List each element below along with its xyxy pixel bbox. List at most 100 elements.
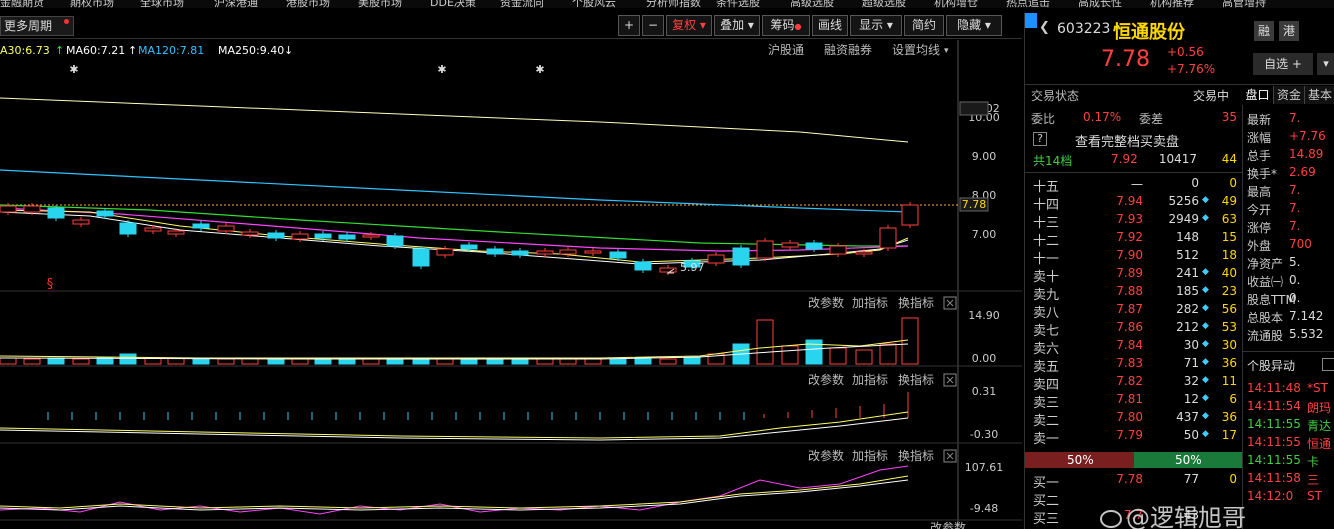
indicator-tab-2[interactable]: 换指标 (898, 448, 934, 463)
menu-item-15[interactable]: 高成长性 (1078, 0, 1122, 8)
display-button[interactable]: 显示 ▾ (850, 15, 902, 36)
indicator-tab-0[interactable]: 改参数 (808, 448, 844, 463)
volume-bar (511, 358, 529, 365)
depth-level-price[interactable]: 7.93 (1083, 212, 1143, 226)
depth-level-price[interactable]: 7.82 (1083, 374, 1143, 388)
help-icon[interactable]: ? (1033, 132, 1047, 146)
ma-link-1[interactable]: 融资融券 (824, 42, 872, 57)
macd-axis-label: 0.31 (972, 385, 997, 398)
stat-label: 最高 (1247, 185, 1272, 199)
prev-stock-arrow-icon[interactable]: ❮ (1039, 20, 1050, 35)
depth-level-price[interactable]: 7.80 (1083, 410, 1143, 424)
alert-stock[interactable]: 青达 (1307, 417, 1331, 434)
candle (217, 225, 235, 232)
depth-level-price[interactable]: 7.84 (1083, 338, 1143, 352)
menu-item-8[interactable]: 个股风云 (572, 0, 616, 8)
menu-item-1[interactable]: 期权市场 (70, 0, 114, 8)
depth-level-volume: 241 (1176, 266, 1199, 280)
buy-level-price[interactable]: 7.78 (1083, 472, 1143, 486)
divider (1242, 351, 1334, 352)
ma-link-2[interactable]: 设置均线 (892, 43, 940, 57)
menu-item-7[interactable]: 资金流向 (500, 0, 544, 8)
indicator-tab-2[interactable]: 换指标 (898, 295, 934, 310)
menu-item-9[interactable]: 分析师指数 (646, 0, 701, 8)
depth-level-count: 6 (1229, 392, 1237, 406)
indicator-tab-2[interactable]: 换指标 (898, 372, 934, 387)
menu-item-2[interactable]: 全球市场 (140, 0, 184, 8)
menu-item-16[interactable]: 机构推荐 (1150, 0, 1194, 8)
depth-level-price[interactable]: 7.89 (1083, 266, 1143, 280)
period-selector[interactable]: 更多周期 (0, 16, 74, 36)
menu-item-6[interactable]: DDE决策 (430, 0, 476, 8)
alert-stock[interactable]: 朗玛 (1307, 399, 1331, 416)
menu-item-11[interactable]: 高级选股 (790, 0, 834, 8)
fuquan-button[interactable]: 复权 ▾ (666, 15, 712, 36)
depth-level-price[interactable]: 7.86 (1083, 320, 1143, 334)
add-watchlist-button[interactable]: 自选 + (1253, 53, 1313, 75)
overlay-button[interactable]: 叠加 ▾ (714, 15, 760, 36)
menu-item-5[interactable]: 美股市场 (358, 0, 402, 8)
tab-capital[interactable]: 资金 (1273, 86, 1304, 104)
buy-level-count: 0 (1229, 472, 1237, 486)
indicator-tab-0[interactable]: 改参数 (808, 295, 844, 310)
indicator-tab-1[interactable]: 加指标 (852, 295, 888, 310)
indicator-tab-1[interactable]: 加指标 (852, 372, 888, 387)
menu-item-3[interactable]: 沪深港通 (214, 0, 258, 8)
stat-value: 5.532 (1289, 327, 1324, 341)
alert-stock[interactable]: *ST (1307, 381, 1328, 395)
margin-badge[interactable]: 融 (1254, 21, 1274, 41)
depth-level-price[interactable]: 7.87 (1083, 302, 1143, 316)
alert-stock[interactable]: 三 (1307, 471, 1319, 488)
stat-value: 700 (1289, 237, 1312, 251)
candle (167, 230, 185, 235)
menu-item-14[interactable]: 热点追击 (1006, 0, 1050, 8)
candle (781, 242, 799, 248)
simple-button[interactable]: 简约 (904, 15, 944, 36)
menu-item-0[interactable]: 金融期货 (0, 0, 44, 8)
hk-connect-badge[interactable]: 港 (1279, 21, 1299, 41)
indicator-tab-0[interactable]: 改参数 (808, 372, 844, 387)
depth-level-price[interactable]: 7.81 (1083, 392, 1143, 406)
alert-stock[interactable]: ST (1307, 489, 1322, 503)
watchlist-dropdown-icon[interactable]: ▾ (1317, 53, 1334, 75)
draw-line-button[interactable]: 画线 (812, 15, 848, 36)
tab-pankou[interactable]: 盘口 (1242, 86, 1273, 104)
candle (96, 210, 114, 217)
period-indicator-dot (64, 19, 69, 24)
alerts-checkbox[interactable] (1322, 358, 1334, 371)
depth-level-count: 53 (1221, 320, 1237, 334)
volume-bar (217, 358, 235, 365)
alert-time: 14:11:58 (1247, 471, 1301, 485)
kline-chart-area[interactable]: A30:6.73 MA60:7.21 MA120:7.81 MA250:9.40 ↑ ↑ ↓… (0, 40, 1022, 529)
depth-level-label: 卖九 (1033, 288, 1060, 303)
menu-item-10[interactable]: 条件选股 (716, 0, 760, 8)
depth-level-price[interactable]: 7.92 (1083, 230, 1143, 244)
menu-item-17[interactable]: 高管增持 (1222, 0, 1266, 8)
depth-level-price[interactable]: 一 (1083, 176, 1143, 193)
zoom-in-button[interactable]: + (618, 15, 640, 36)
depth-level-label: 十一 (1033, 252, 1060, 267)
candle (412, 248, 430, 267)
depth-level-price[interactable]: 7.79 (1083, 428, 1143, 442)
chips-button[interactable]: 筹码● (762, 15, 810, 36)
tab-basic[interactable]: 基本 (1304, 86, 1334, 104)
indicator-tab-next[interactable]: 改参数 (930, 520, 966, 529)
menu-item-4[interactable]: 港股市场 (286, 0, 330, 8)
alert-stock[interactable]: 卡 (1307, 453, 1319, 470)
ma250-line (0, 97, 909, 143)
menu-item-13[interactable]: 机构增仓 (934, 0, 978, 8)
depth-level-price[interactable]: 7.88 (1083, 284, 1143, 298)
hide-button[interactable]: 隐藏 ▾ (946, 15, 1002, 36)
alert-stock[interactable]: 恒通 (1307, 435, 1331, 452)
zoom-out-button[interactable]: − (642, 15, 664, 36)
depth-level-price[interactable]: 7.83 (1083, 356, 1143, 370)
volume-bar (192, 358, 210, 365)
menu-item-12[interactable]: 超级选股 (862, 0, 906, 8)
depth-level-price[interactable]: 7.94 (1083, 194, 1143, 208)
ma-link-0[interactable]: 沪股通 (768, 43, 804, 57)
volume-axis-label: 14.90 (968, 309, 1000, 322)
indicator-tab-1[interactable]: 加指标 (852, 448, 888, 463)
stat-value: 0. (1289, 291, 1301, 305)
depth-level-price[interactable]: 7.90 (1083, 248, 1143, 262)
full-orderbook-link[interactable]: 查看完整档买卖盘 (1075, 131, 1179, 150)
